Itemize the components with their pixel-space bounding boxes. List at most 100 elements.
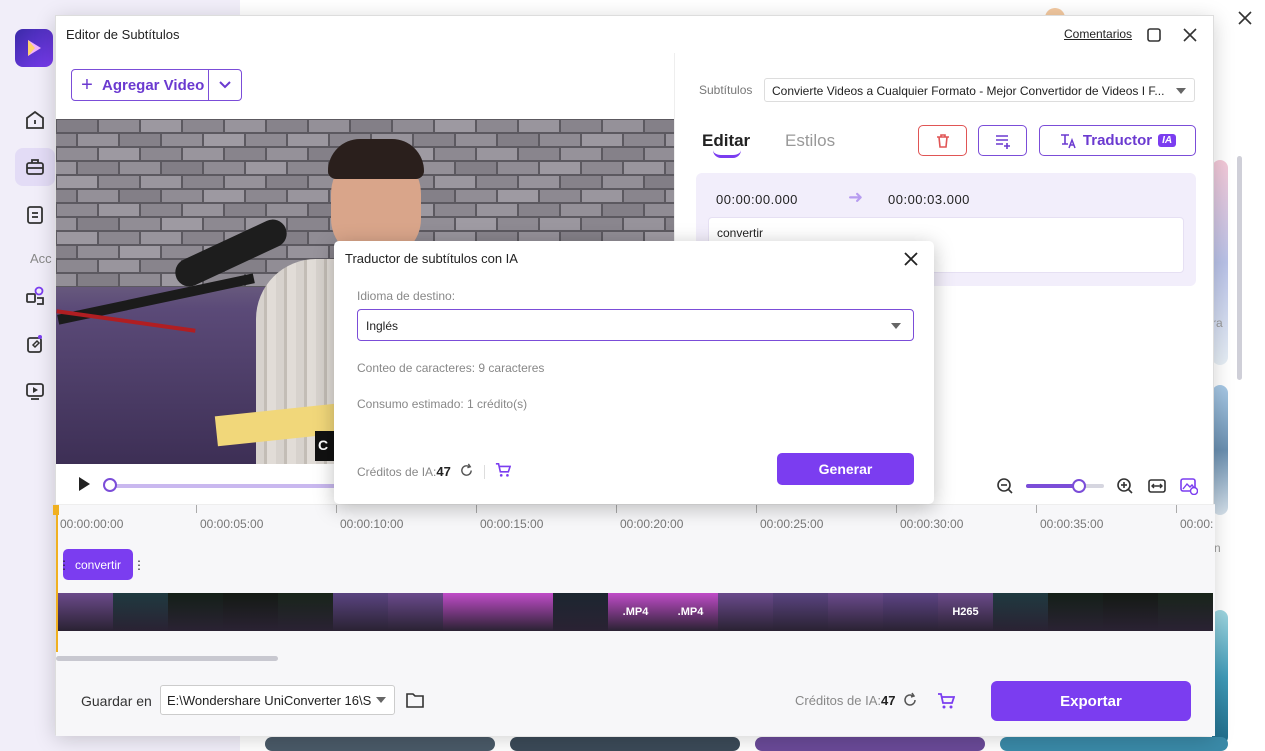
brick — [560, 203, 602, 217]
add-video-button[interactable]: + Agregar Video — [71, 69, 242, 101]
ai-tools-icon[interactable] — [15, 277, 55, 315]
refresh-icon[interactable] — [459, 463, 474, 481]
cart-icon[interactable] — [937, 692, 956, 710]
trash-icon — [936, 133, 949, 148]
tick-mark — [196, 505, 197, 513]
brick — [98, 119, 140, 133]
feedback-link[interactable]: Comentarios — [1064, 27, 1132, 41]
brick — [539, 133, 581, 147]
clip-left-handle[interactable]: ⋮ — [58, 559, 70, 571]
time-ruler[interactable]: 00:00:00:00 00:00:05:00 00:00:10:00 00:00:1… — [56, 505, 1215, 537]
edit-document-icon[interactable] — [15, 325, 55, 363]
brick — [182, 147, 224, 161]
filmstrip-frame — [113, 593, 168, 631]
playback-progress-bar[interactable] — [108, 484, 336, 488]
home-icon[interactable] — [15, 101, 55, 139]
brick — [77, 133, 119, 147]
export-button[interactable]: Exportar — [991, 681, 1191, 721]
app-close-icon[interactable] — [1238, 11, 1254, 27]
filmstrip-frame — [388, 593, 443, 631]
brick — [77, 161, 119, 175]
media-player-icon[interactable] — [15, 372, 55, 410]
active-tab-indicator — [713, 150, 741, 158]
play-icon[interactable] — [76, 476, 92, 492]
document-icon[interactable] — [15, 196, 55, 234]
folder-icon[interactable] — [405, 691, 425, 709]
close-icon[interactable] — [903, 251, 923, 271]
toolbox-icon[interactable] — [15, 148, 55, 186]
playhead-handle[interactable] — [53, 505, 59, 515]
target-language-select[interactable]: Inglés — [357, 309, 914, 341]
target-language-value: Inglés — [366, 319, 399, 333]
zoom-in-icon[interactable] — [1114, 475, 1136, 497]
background-card — [510, 737, 740, 751]
brick — [203, 189, 245, 203]
zoom-out-icon[interactable] — [994, 475, 1016, 497]
tab-styles[interactable]: Estilos — [785, 131, 835, 151]
background-card — [755, 737, 985, 751]
brick — [161, 133, 203, 147]
filmstrip-frame — [223, 593, 278, 631]
image-settings-icon[interactable] — [1178, 475, 1200, 497]
tick-mark — [756, 505, 757, 513]
zoom-slider-handle[interactable] — [1072, 479, 1086, 493]
tick-mark — [616, 505, 617, 513]
filmstrip-frame: .MP4 — [663, 593, 718, 631]
zoom-slider[interactable] — [1026, 479, 1104, 493]
clip-right-handle[interactable]: ⋮ — [133, 559, 145, 571]
refresh-icon[interactable] — [902, 692, 918, 708]
brick — [266, 119, 308, 133]
brick — [497, 189, 539, 203]
tab-edit[interactable]: Editar — [702, 131, 750, 151]
sidebar-section-label: Acc — [30, 251, 52, 266]
brick — [413, 133, 455, 147]
close-icon[interactable] — [1178, 23, 1202, 47]
brick — [350, 119, 392, 133]
start-time[interactable]: 00:00:00.000 — [716, 192, 798, 207]
playhead[interactable] — [53, 505, 59, 652]
end-time[interactable]: 00:00:03.000 — [888, 192, 970, 207]
background-card — [265, 737, 495, 751]
brick — [455, 161, 497, 175]
brick — [560, 119, 602, 133]
brick — [539, 189, 581, 203]
brick — [560, 147, 602, 161]
filmstrip-frame — [168, 593, 223, 631]
translator-button[interactable]: Traductor IA — [1039, 125, 1196, 156]
delete-button[interactable] — [918, 125, 967, 156]
save-location-select[interactable]: E:\Wondershare UniConverter 16\S — [160, 685, 395, 715]
subtitle-clip[interactable]: ⋮ convertir ⋮ — [58, 549, 145, 580]
playback-progress-handle[interactable] — [103, 478, 117, 492]
background-scrollbar[interactable] — [1237, 156, 1242, 380]
brick — [518, 147, 560, 161]
brick — [455, 133, 497, 147]
filmstrip-frame — [993, 593, 1048, 631]
brick — [140, 147, 182, 161]
bottom-bar: Guardar en E:\Wondershare UniConverter 1… — [56, 664, 1215, 736]
brick — [602, 119, 644, 133]
video-filmstrip[interactable]: .MP4 .MP4 H265 — [58, 593, 1213, 631]
arrow-right-icon: ➜ — [848, 187, 864, 207]
maximize-icon[interactable] — [1142, 23, 1166, 47]
brick — [119, 217, 161, 231]
brick — [56, 161, 77, 175]
brick — [665, 189, 674, 203]
brick — [77, 189, 119, 203]
subtitles-select[interactable]: Convierte Videos a Cualquier Formato - M… — [764, 78, 1195, 102]
tick-label: 00:00: — [1180, 517, 1214, 531]
brick — [497, 161, 539, 175]
cart-icon[interactable] — [495, 462, 512, 481]
brick — [140, 203, 182, 217]
generate-button[interactable]: Generar — [777, 453, 914, 485]
timeline[interactable]: 00:00:00:00 00:00:05:00 00:00:10:00 00:00:1… — [53, 504, 1215, 664]
filmstrip-frame — [443, 593, 498, 631]
fit-width-icon[interactable] — [1146, 475, 1168, 497]
brick — [119, 133, 161, 147]
add-subtitle-button[interactable] — [978, 125, 1027, 156]
timeline-scrollbar[interactable] — [56, 656, 278, 661]
tick-label: 00:00:35:00 — [1040, 517, 1104, 531]
tick-label: 00:00:00:00 — [60, 517, 124, 531]
brick — [77, 273, 119, 287]
chevron-down-icon[interactable] — [209, 80, 241, 90]
brick — [560, 175, 602, 189]
